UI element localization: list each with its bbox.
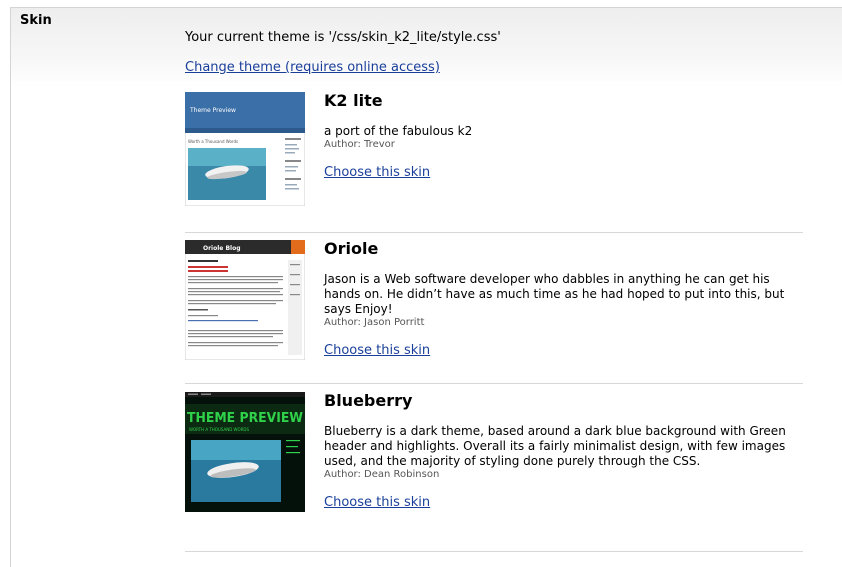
change-theme-link[interactable]: Change theme (requires online access): [185, 60, 440, 75]
skin-divider: [185, 551, 803, 552]
skin-item-oriole: Oriole Blog Oriole Jason is a Web softwa…: [185, 240, 803, 370]
skin-author: Author: Dean Robinson: [324, 469, 440, 480]
skin-author: Author: Trevor: [324, 139, 395, 150]
skin-name: Oriole: [324, 239, 379, 258]
svg-text:Oriole Blog: Oriole Blog: [203, 245, 241, 252]
section-label: Skin: [20, 13, 52, 28]
oriole-preview-thumbnail: Oriole Blog: [185, 240, 305, 360]
skin-name: Blueberry: [324, 391, 413, 410]
skin-description: Jason is a Web software developer who da…: [324, 272, 785, 316]
skin-divider: [185, 383, 803, 384]
svg-text:WORTH A THOUSAND WORDS: WORTH A THOUSAND WORDS: [189, 427, 250, 432]
current-theme-text: Your current theme is '/css/skin_k2_lite…: [185, 30, 501, 45]
svg-text:Theme Preview: Theme Preview: [189, 107, 236, 114]
svg-text:THEME PREVIEW: THEME PREVIEW: [187, 411, 303, 426]
skin-name: K2 lite: [324, 91, 383, 110]
skin-description: Blueberry is a dark theme, based around …: [324, 424, 786, 468]
skin-divider: [185, 232, 803, 233]
skin-item-blueberry: THEME PREVIEW WORTH A THOUSAND WORDS Blu…: [185, 392, 803, 547]
blueberry-preview-thumbnail: THEME PREVIEW WORTH A THOUSAND WORDS: [185, 392, 305, 512]
skin-item-k2-lite: Theme Preview Worth a Thousand Words K2 …: [185, 92, 803, 222]
k2-lite-preview-thumbnail: Theme Preview Worth a Thousand Words: [185, 92, 305, 206]
choose-skin-button[interactable]: Choose this skin: [324, 165, 430, 180]
skin-author: Author: Jason Porritt: [324, 317, 425, 328]
skin-description: a port of the fabulous k2: [324, 124, 473, 138]
svg-text:Worth a Thousand Words: Worth a Thousand Words: [188, 139, 238, 144]
choose-skin-button[interactable]: Choose this skin: [324, 343, 430, 358]
choose-skin-button[interactable]: Choose this skin: [324, 495, 430, 510]
